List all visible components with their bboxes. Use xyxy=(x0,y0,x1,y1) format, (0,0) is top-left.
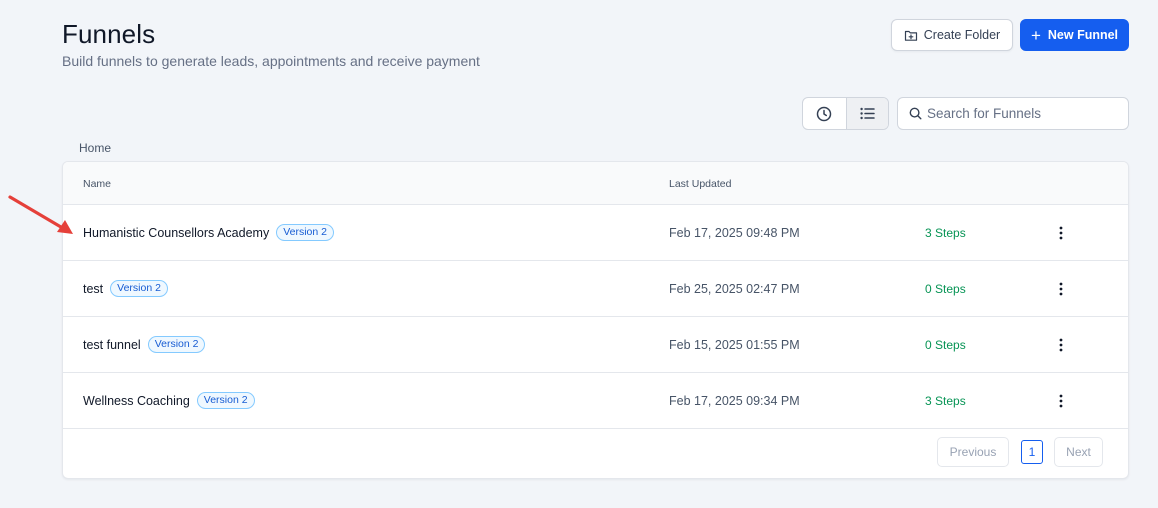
column-header-last-updated[interactable]: Last Updated xyxy=(669,178,731,190)
version-badge: Version 2 xyxy=(110,280,168,297)
next-page-button[interactable]: Next xyxy=(1054,437,1103,467)
more-options-icon[interactable] xyxy=(1053,373,1069,428)
column-header-name[interactable]: Name xyxy=(83,178,111,190)
steps-count: 3 Steps xyxy=(925,393,966,408)
page-number-button[interactable]: 1 xyxy=(1021,440,1043,464)
list-icon xyxy=(860,107,875,120)
search-input[interactable] xyxy=(927,106,1117,121)
create-folder-label: Create Folder xyxy=(923,28,1001,42)
pagination: Previous 1 Next xyxy=(63,436,1128,468)
funnels-table: Name Last Updated Humanistic Counsellors… xyxy=(62,161,1129,479)
name-cell: Wellness Coaching Version 2 xyxy=(83,373,255,428)
folder-plus-icon xyxy=(904,30,917,41)
table-header: Name Last Updated xyxy=(63,162,1128,205)
table-row[interactable]: test Version 2 Feb 25, 2025 02:47 PM 0 S… xyxy=(63,261,1128,317)
annotation-arrow-icon xyxy=(8,195,73,234)
version-badge: Version 2 xyxy=(196,392,255,409)
table-row[interactable]: Wellness Coaching Version 2 Feb 17, 2025… xyxy=(63,373,1128,429)
table-row[interactable]: test funnel Version 2 Feb 15, 2025 01:55… xyxy=(63,317,1128,373)
more-options-icon[interactable] xyxy=(1053,261,1069,316)
funnel-name[interactable]: Wellness Coaching xyxy=(83,394,190,408)
search-box xyxy=(897,97,1129,130)
clock-icon xyxy=(817,106,832,121)
last-updated: Feb 25, 2025 02:47 PM xyxy=(669,281,800,296)
last-updated: Feb 17, 2025 09:48 PM xyxy=(669,225,800,240)
more-options-icon[interactable] xyxy=(1053,205,1069,260)
steps-count: 0 Steps xyxy=(925,281,966,296)
page-subtitle: Build funnels to generate leads, appoint… xyxy=(62,53,480,69)
new-funnel-label: New Funnel xyxy=(1047,28,1119,42)
version-badge: Version 2 xyxy=(147,336,206,353)
name-cell: Humanistic Counsellors Academy Version 2 xyxy=(83,205,334,260)
page-title: Funnels xyxy=(62,19,156,49)
plus-icon: + xyxy=(1030,25,1041,45)
last-updated: Feb 15, 2025 01:55 PM xyxy=(669,337,800,352)
new-funnel-button[interactable]: + New Funnel xyxy=(1020,19,1129,51)
more-options-icon[interactable] xyxy=(1053,317,1069,372)
breadcrumb[interactable]: Home xyxy=(79,141,111,155)
search-icon xyxy=(909,107,922,120)
funnel-name[interactable]: test funnel xyxy=(83,338,141,352)
version-badge: Version 2 xyxy=(276,224,334,241)
list-view-button[interactable] xyxy=(845,98,888,129)
table-row[interactable]: Humanistic Counsellors Academy Version 2… xyxy=(63,205,1128,261)
funnel-name[interactable]: test xyxy=(83,282,103,296)
recent-view-button[interactable] xyxy=(803,98,846,129)
create-folder-button[interactable]: Create Folder xyxy=(891,19,1013,51)
steps-count: 3 Steps xyxy=(925,225,966,240)
last-updated: Feb 17, 2025 09:34 PM xyxy=(669,393,800,408)
funnel-name[interactable]: Humanistic Counsellors Academy xyxy=(83,226,269,240)
name-cell: test Version 2 xyxy=(83,261,168,316)
previous-page-button[interactable]: Previous xyxy=(937,437,1009,467)
name-cell: test funnel Version 2 xyxy=(83,317,206,372)
steps-count: 0 Steps xyxy=(925,337,966,352)
view-toggle xyxy=(802,97,889,130)
